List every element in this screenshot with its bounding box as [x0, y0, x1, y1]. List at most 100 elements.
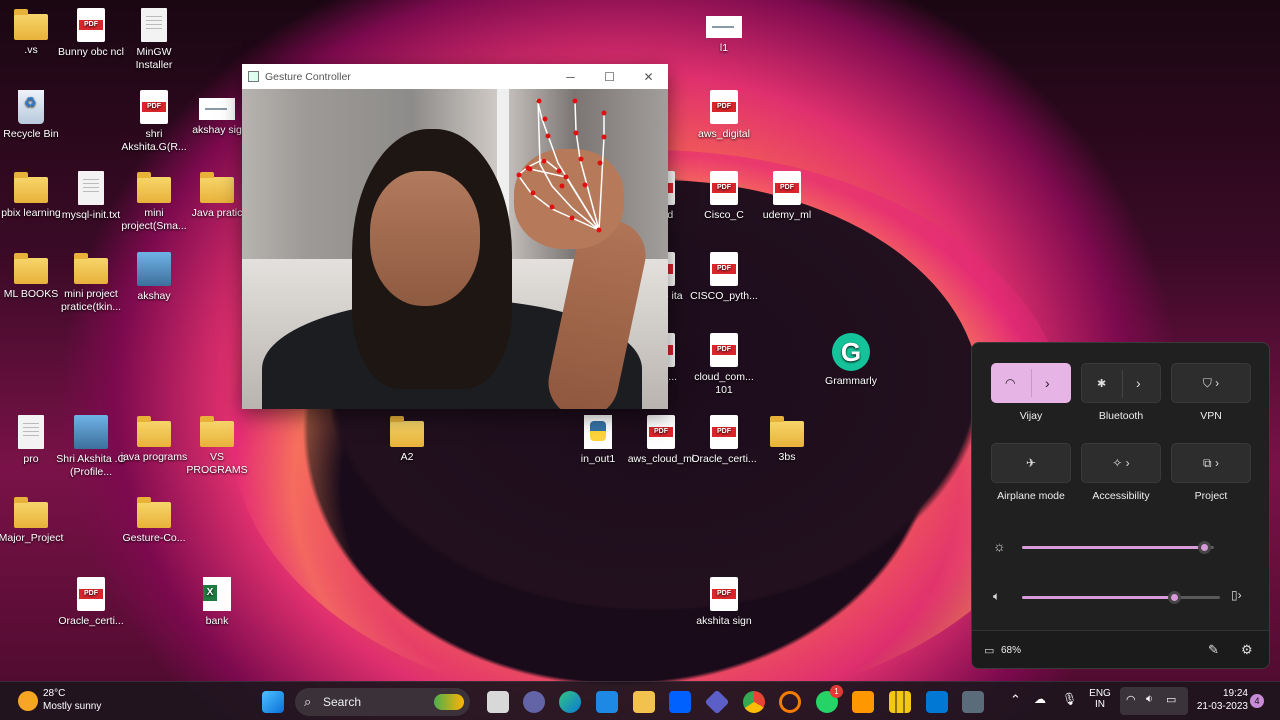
brightness-slider-thumb[interactable]: [1198, 541, 1212, 554]
vpn-label: VPN: [1200, 410, 1222, 422]
desktop-icon[interactable]: Shri Akshita .G (Profile...: [56, 415, 126, 479]
desktop-icon[interactable]: PDF cloud_com... 101: [689, 333, 759, 397]
chrome-icon[interactable]: [743, 691, 765, 713]
maximize-button[interactable]: ☐: [590, 70, 629, 84]
power-bi-icon[interactable]: [889, 691, 911, 713]
desktop-icon-label: Cisco_C: [704, 209, 744, 221]
desktop-icon[interactable]: Gesture-Co...: [119, 496, 189, 545]
folder-icon: [200, 172, 234, 203]
desktop-icon-label: shri Akshita.G(R...: [121, 128, 187, 153]
accessibility-toggle[interactable]: ✧ ›: [1081, 443, 1161, 483]
desktop-icon[interactable]: Xbank: [182, 577, 252, 628]
folder-icon: [14, 253, 48, 284]
desktop-icon-label: Bunny obc ncl: [58, 46, 124, 58]
volume-slider-thumb[interactable]: [1168, 591, 1182, 604]
desktop-icon[interactable]: VS PROGRAMS: [182, 415, 252, 477]
whatsapp-badge: 1: [830, 685, 843, 698]
folder-icon: [137, 497, 171, 528]
desktop-icon[interactable]: java programs: [119, 415, 189, 464]
search-icon: ⌕: [304, 694, 312, 709]
vscode-icon[interactable]: [926, 691, 948, 713]
desktop-icon[interactable]: PDF Oracle_certi...: [56, 577, 126, 628]
window-titlebar[interactable]: Gesture Controller ─ ☐ ✕: [242, 64, 668, 89]
desktop-icon[interactable]: Major_Project: [0, 496, 66, 545]
system-tray-status[interactable]: ◠ 🔉︎ ▭: [1120, 687, 1188, 715]
desktop-icon[interactable]: PDF Bunny obc ncl: [56, 8, 126, 59]
bluetooth-expand-chevron-icon[interactable]: ›: [1136, 375, 1141, 391]
battery-percentage[interactable]: 68%: [1001, 645, 1021, 656]
close-button[interactable]: ✕: [629, 70, 668, 84]
mail-icon[interactable]: [596, 691, 618, 713]
project-icon: ⧉ ›: [1203, 455, 1219, 470]
audio-output-chevron-icon[interactable]: ▯›: [1231, 588, 1242, 602]
desktop-icon[interactable]: G Grammarly: [816, 333, 886, 388]
volume-slider[interactable]: [1022, 591, 1220, 604]
search-box[interactable]: ⌕ Search: [295, 688, 470, 716]
weather-temp[interactable]: 28°C: [43, 688, 65, 699]
desktop-icon[interactable]: PDF aws_digital: [689, 90, 759, 141]
desktop-icon-label: mysql-init.txt: [61, 209, 121, 221]
bluetooth-icon: ✱: [1097, 377, 1107, 390]
microphone-icon[interactable]: 🎙︎: [1062, 692, 1077, 706]
brightness-slider[interactable]: [1022, 541, 1214, 554]
desktop-icon[interactable]: PDF aws_cloud_ml: [626, 415, 696, 466]
project-label: Project: [1194, 490, 1228, 502]
airplane-mode-label: Airplane mode: [997, 490, 1065, 502]
desktop-icon[interactable]: mini project pratice(tkin...: [56, 252, 126, 314]
grammarly-icon: G: [832, 333, 870, 371]
vpn-toggle[interactable]: ⛉ ›: [1171, 363, 1251, 403]
desktop-icon[interactable]: PDF Oracle_certi...: [689, 415, 759, 466]
pdf-icon: PDF: [710, 333, 738, 367]
desktop-icon[interactable]: PDF akshita sign: [689, 577, 759, 628]
pdf-icon: PDF: [710, 90, 738, 124]
dropbox-icon[interactable]: [669, 691, 691, 713]
edge-browser-icon[interactable]: [559, 691, 581, 713]
desktop-icon[interactable]: A2: [372, 415, 442, 464]
desktop-icon[interactable]: mini project(Sma...: [119, 171, 189, 233]
desktop-icon-label: in_out1: [580, 453, 616, 465]
battery-icon[interactable]: ▭: [984, 644, 994, 657]
bluetooth-toggle[interactable]: ✱ ›: [1081, 363, 1161, 403]
notification-badge[interactable]: 4: [1250, 694, 1264, 708]
settings-gear-icon[interactable]: ⚙: [1241, 642, 1253, 658]
jupyter-icon[interactable]: [779, 691, 801, 713]
minimize-button[interactable]: ─: [551, 70, 590, 84]
desktop-icon[interactable]: PDF Cisco_C: [689, 171, 759, 222]
clock-date: 21-03-2023: [1196, 701, 1248, 712]
start-windows-icon[interactable]: [262, 691, 284, 713]
bluetooth-label: Bluetooth: [1098, 410, 1144, 422]
desktop-icon[interactable]: akshay: [119, 252, 189, 303]
desktop-icon[interactable]: l1: [689, 8, 759, 55]
sublime-text-icon[interactable]: [852, 691, 874, 713]
task-view-icon[interactable]: [487, 691, 509, 713]
desktop-icon[interactable]: mysql-init.txt: [56, 171, 126, 222]
language-indicator[interactable]: ENG IN: [1088, 688, 1112, 710]
clock-time: 19:24: [1222, 688, 1248, 699]
desktop-icon[interactable]: in_out1: [563, 415, 633, 466]
photo-icon: [137, 252, 171, 286]
airplane-mode-toggle[interactable]: ✈: [991, 443, 1071, 483]
project-toggle[interactable]: ⧉ ›: [1171, 443, 1251, 483]
copilot-icon[interactable]: [704, 689, 730, 715]
desktop-icon[interactable]: PDF CISCO_pyth...: [689, 252, 759, 303]
show-hidden-icons-chevron-icon[interactable]: ⌃: [1010, 692, 1021, 708]
python-idle-icon[interactable]: [962, 691, 984, 713]
desktop-icon[interactable]: Recycle Bin: [0, 90, 66, 141]
weather-desc[interactable]: Mostly sunny: [43, 701, 101, 712]
chat-icon[interactable]: [523, 691, 545, 713]
onedrive-cloud-icon[interactable]: ☁: [1034, 692, 1046, 706]
desktop-icon[interactable]: PDF udemy_ml: [752, 171, 822, 222]
file-explorer-icon[interactable]: [633, 691, 655, 713]
clock[interactable]: 19:24 21-03-2023: [1192, 687, 1248, 713]
desktop-icon[interactable]: MinGW Installer: [119, 8, 189, 72]
pdf-icon: PDF: [710, 577, 738, 611]
wifi-expand-chevron-icon[interactable]: ›: [1045, 375, 1050, 391]
wifi-icon: ◠: [1005, 376, 1016, 390]
wifi-toggle[interactable]: ◠ ›: [991, 363, 1071, 403]
whatsapp-icon[interactable]: 1: [816, 685, 843, 713]
desktop-icon[interactable]: PDF shri Akshita.G(R...: [119, 90, 189, 154]
gesture-controller-window[interactable]: Gesture Controller ─ ☐ ✕: [242, 64, 668, 409]
weather-sun-icon[interactable]: [18, 691, 38, 711]
edit-pencil-icon[interactable]: ✎: [1208, 642, 1219, 658]
desktop-icon[interactable]: 3bs: [752, 415, 822, 464]
